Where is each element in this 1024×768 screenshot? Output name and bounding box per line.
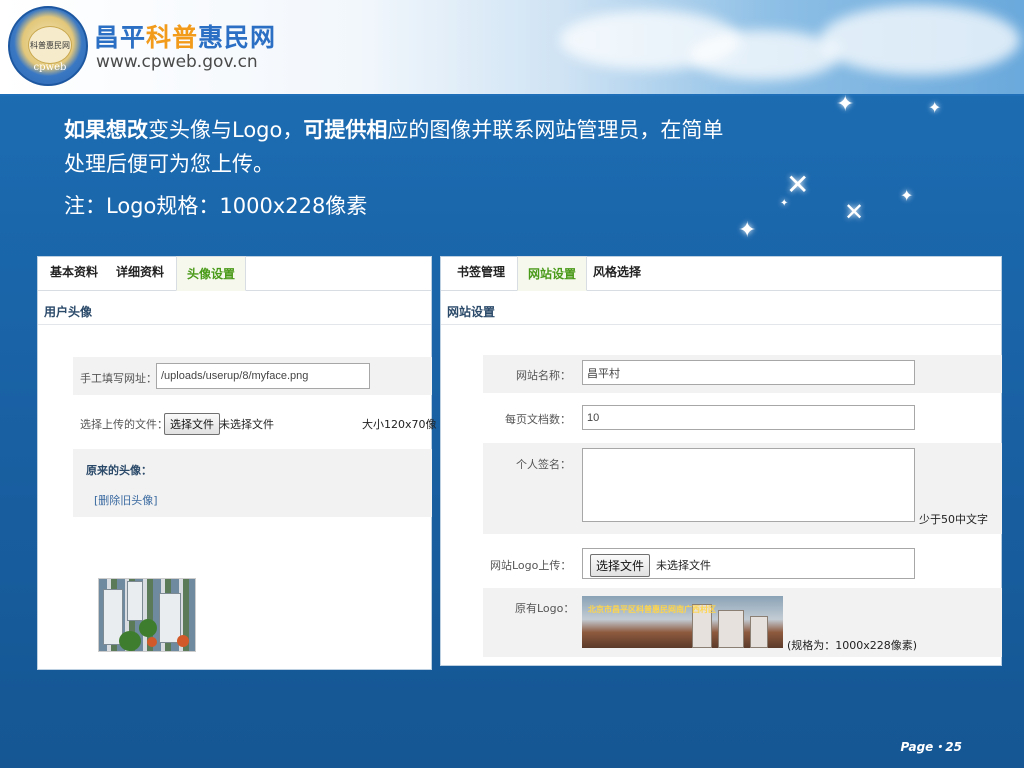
logo-banner-text: 北京市昌平区科普惠民网南广西村区	[588, 605, 716, 614]
logo-word: cpweb	[33, 62, 67, 73]
site-name-label: 网站名称：	[516, 369, 571, 382]
signature-textarea[interactable]	[582, 448, 915, 522]
desc-normal-1: 变头像与Logo，	[148, 118, 304, 142]
delete-old-avatar-link[interactable]: [删除旧头像]	[94, 492, 158, 508]
per-page-label: 每页文档数：	[505, 413, 571, 426]
logo-inner-text: 科普惠民网	[28, 26, 72, 64]
description-line1: 如果想改变头像与Logo，可提供相应的图像并联系网站管理员，在简单	[64, 112, 723, 148]
desc-normal-2: 应的图像并联系网站管理员，在简单	[387, 118, 724, 142]
star-icon: ✕	[786, 168, 810, 201]
original-logo-image: 北京市昌平区科普惠民网南广西村区	[582, 596, 783, 648]
no-file-text: 未选择文件	[219, 418, 274, 431]
site-header: 科普惠民网 cpweb 昌平科普惠民网 www.cpweb.gov.cn	[0, 0, 1024, 96]
logo-no-file-text: 未选择文件	[656, 559, 711, 572]
left-tab-bar: 基本资料 详细资料 头像设置	[38, 256, 431, 291]
star-icon: ✕	[844, 198, 865, 226]
logo-upload-label: 网站Logo上传：	[490, 559, 572, 572]
logo-spec-text: (规格为：1000x228像素)	[787, 639, 918, 652]
cloud-decoration	[690, 30, 840, 80]
star-icon: ✦	[738, 218, 757, 243]
logo-choose-file-button[interactable]: 选择文件	[590, 554, 651, 577]
upload-label: 选择上传的文件：	[80, 418, 168, 431]
desc-bold-1: 如果想改	[64, 118, 148, 142]
signature-label: 个人签名：	[516, 458, 571, 471]
description-line3: 注：Logo规格：1000x228像素	[64, 194, 368, 218]
site-title-part1: 昌平	[94, 23, 147, 52]
tab-basic-info[interactable]: 基本资料	[44, 263, 110, 290]
site-name-input[interactable]	[582, 360, 915, 385]
desc-bold-2: 可提供相	[303, 118, 388, 142]
avatar-size-hint: 大小120x70像	[362, 418, 437, 431]
page-number: Page・25	[900, 740, 962, 754]
original-logo-label: 原有Logo：	[515, 602, 575, 615]
site-title-part2: 科普	[146, 23, 199, 52]
site-url: www.cpweb.gov.cn	[96, 52, 258, 72]
tab-avatar-settings[interactable]: 头像设置	[176, 256, 247, 291]
description-line2: 处理后便可为您上传。	[64, 152, 274, 176]
star-icon: ✦	[836, 92, 855, 117]
site-title: 昌平科普惠民网	[94, 18, 276, 54]
avatar-subhead: 用户头像	[38, 291, 431, 325]
site-title-part3: 惠民网	[198, 23, 277, 52]
star-icon: ✦	[780, 198, 789, 209]
original-avatar-label: 原来的头像：	[86, 464, 152, 477]
per-page-input[interactable]	[582, 405, 915, 430]
right-tab-bar: 书签管理 网站设置 风格选择	[441, 256, 1001, 291]
star-icon: ✦	[928, 98, 942, 117]
tab-style-selection[interactable]: 风格选择	[587, 263, 653, 290]
tab-detail-info[interactable]: 详细资料	[110, 263, 176, 290]
signature-hint: 少于50中文字	[919, 513, 988, 526]
choose-file-button[interactable]: 选择文件	[164, 413, 220, 435]
star-icon: ✦	[900, 186, 914, 205]
tab-site-settings[interactable]: 网站设置	[517, 256, 588, 291]
url-label: 手工填写网址：	[80, 372, 157, 385]
avatar-url-input[interactable]	[156, 363, 370, 389]
site-settings-subhead: 网站设置	[441, 291, 1001, 325]
site-logo-emblem: 科普惠民网 cpweb	[8, 6, 88, 86]
cloud-decoration	[820, 5, 1020, 75]
tab-bookmark-management[interactable]: 书签管理	[447, 263, 517, 290]
avatar-image	[98, 578, 196, 652]
